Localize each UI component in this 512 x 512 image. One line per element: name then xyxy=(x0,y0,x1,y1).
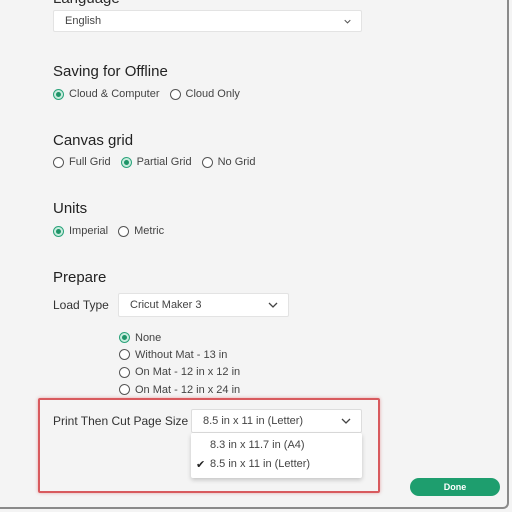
radio-checked-icon[interactable] xyxy=(53,225,64,237)
page-size-select-value: 8.5 in x 11 in (Letter) xyxy=(203,415,304,427)
radio-label: Cloud Only xyxy=(185,88,240,100)
radio-label: Cloud & Computer xyxy=(69,88,160,100)
units-title: Units xyxy=(53,200,88,217)
radio-unchecked-icon[interactable] xyxy=(169,88,181,100)
settings-panel: Language English Saving for Offline Clou… xyxy=(0,0,509,509)
radio-label: Imperial xyxy=(69,225,109,237)
radio-unchecked-icon[interactable] xyxy=(201,156,213,168)
radio-on-mat-12x12[interactable]: On Mat - 12 in x 12 in xyxy=(119,364,240,381)
saving-offline-title: Saving for Offline xyxy=(53,63,168,80)
radio-unchecked-icon[interactable] xyxy=(118,225,130,237)
dropdown-option-letter[interactable]: ✔ 8.5 in x 11 in (Letter) xyxy=(191,455,362,473)
mat-options: None Without Mat - 13 in On Mat - 12 in … xyxy=(119,329,250,398)
radio-no-grid[interactable]: No Grid xyxy=(201,156,256,168)
language-select[interactable]: English xyxy=(53,10,362,32)
checkmark-icon: ✔ xyxy=(196,458,206,471)
radio-without-mat[interactable]: Without Mat - 13 in xyxy=(119,346,240,363)
radio-cloud-only[interactable]: Cloud Only xyxy=(169,88,240,100)
page-size-select[interactable]: 8.5 in x 11 in (Letter) xyxy=(191,409,362,433)
radio-full-grid[interactable]: Full Grid xyxy=(53,156,111,168)
load-type-label: Load Type xyxy=(53,298,109,312)
radio-on-mat-12x24[interactable]: On Mat - 12 in x 24 in xyxy=(119,381,240,398)
saving-offline-options: Cloud & Computer Cloud Only xyxy=(53,88,250,100)
page-size-dropdown: 8.3 in x 11.7 in (A4) ✔ 8.5 in x 11 in (… xyxy=(191,433,362,478)
radio-label: Full Grid xyxy=(69,156,111,168)
radio-unchecked-icon[interactable] xyxy=(119,349,130,361)
radio-cloud-computer[interactable]: Cloud & Computer xyxy=(53,88,160,100)
radio-label: On Mat - 12 in x 24 in xyxy=(135,383,241,396)
radio-metric[interactable]: Metric xyxy=(118,225,164,237)
chevron-down-icon xyxy=(344,19,351,24)
language-select-value: English xyxy=(65,15,102,27)
chevron-down-icon xyxy=(268,302,278,308)
radio-unchecked-icon[interactable] xyxy=(119,366,130,378)
radio-label: Without Mat - 13 in xyxy=(135,348,228,361)
radio-label: Partial Grid xyxy=(136,156,192,168)
canvas-grid-options: Full Grid Partial Grid No Grid xyxy=(53,156,266,168)
radio-checked-icon[interactable] xyxy=(53,88,64,100)
radio-unchecked-icon[interactable] xyxy=(119,384,130,396)
units-options: Imperial Metric xyxy=(53,225,174,237)
chevron-down-icon xyxy=(341,418,351,424)
radio-label: None xyxy=(135,331,162,344)
load-type-select[interactable]: Cricut Maker 3 xyxy=(118,293,289,317)
radio-label: Metric xyxy=(134,225,165,237)
load-type-select-value: Cricut Maker 3 xyxy=(130,299,202,311)
radio-partial-grid[interactable]: Partial Grid xyxy=(120,156,192,168)
dropdown-option-label: 8.3 in x 11.7 in (A4) xyxy=(210,439,305,451)
dropdown-option-a4[interactable]: 8.3 in x 11.7 in (A4) xyxy=(191,436,362,454)
canvas-grid-title: Canvas grid xyxy=(53,132,134,149)
radio-checked-icon[interactable] xyxy=(120,156,132,168)
radio-label: On Mat - 12 in x 12 in xyxy=(135,366,241,379)
radio-mat-none[interactable]: None xyxy=(119,329,240,346)
done-button[interactable]: Done xyxy=(410,478,500,496)
language-heading: Language xyxy=(53,0,120,7)
radio-unchecked-icon[interactable] xyxy=(53,156,64,168)
print-then-cut-label: Print Then Cut Page Size xyxy=(53,414,189,428)
dropdown-option-label: 8.5 in x 11 in (Letter) xyxy=(210,458,311,470)
radio-checked-icon[interactable] xyxy=(119,332,130,344)
prepare-title: Prepare xyxy=(53,269,107,286)
radio-label: No Grid xyxy=(217,156,256,168)
radio-imperial[interactable]: Imperial xyxy=(53,225,108,237)
